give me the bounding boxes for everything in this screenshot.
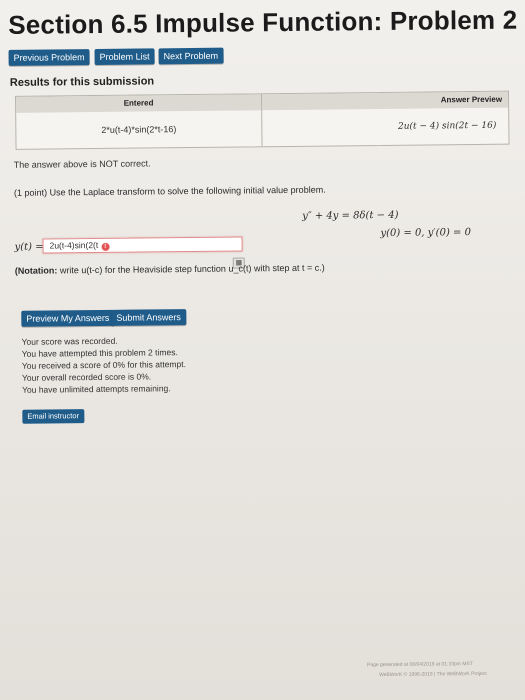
- status-line: You received a score of 0% for this atte…: [21, 359, 186, 371]
- entered-column-header: Entered: [16, 94, 262, 113]
- notation-note: (Notation: write u(t-c) for the Heavisid…: [15, 263, 325, 276]
- status-line: You have unlimited attempts remaining.: [22, 383, 171, 395]
- answer-input[interactable]: 2u(t-4)sin(2(t!: [42, 236, 243, 254]
- problem-statement: (1 point) Use the Laplace transform to s…: [13, 184, 326, 198]
- error-icon: !: [101, 242, 110, 251]
- footer-generated: Page generated at 08/04/2019 at 01:33pm …: [366, 661, 473, 669]
- results-heading: Results for this submission: [9, 75, 155, 89]
- email-instructor-button[interactable]: Email instructor: [22, 409, 85, 424]
- answer-preview: 2u(t − 4) sin(2t − 16): [397, 120, 497, 132]
- submit-answers-button[interactable]: Submit Answers: [111, 309, 186, 326]
- results-table: Entered Answer Preview 2*u(t-4)*sin(2*t-…: [15, 90, 510, 150]
- notation-label: (Notation:: [14, 265, 58, 276]
- status-line: You have attempted this problem 2 times.: [21, 347, 178, 359]
- answer-label: y(t) =: [14, 241, 44, 253]
- status-line: Your score was recorded.: [21, 335, 118, 347]
- entered-answer: 2*u(t-4)*sin(2*t-16): [101, 124, 177, 135]
- footer-copyright: WeBWorK © 1996-2019 | The WeBWorK Projec…: [379, 670, 487, 679]
- previous-problem-button[interactable]: Previous Problem: [8, 49, 90, 66]
- initial-conditions: y(0) = 0, y′(0) = 0: [380, 227, 471, 240]
- differential-equation: y″ + 4y = 8δ(t − 4): [302, 209, 399, 222]
- notation-text: write u(t-c) for the Heaviside step func…: [59, 262, 325, 276]
- preview-column-header: Answer Preview: [262, 91, 509, 111]
- problem-list-button[interactable]: Problem List: [94, 48, 155, 66]
- answer-input-value: 2u(t-4)sin(2(t: [49, 239, 99, 251]
- status-line: Your overall recorded score is 0%.: [21, 371, 152, 383]
- webwork-page: Section 6.5 Impulse Function: Problem 2 …: [0, 0, 525, 700]
- preview-answers-button[interactable]: Preview My Answers: [21, 309, 115, 327]
- result-message: The answer above is NOT correct.: [13, 158, 151, 170]
- page-title: Section 6.5 Impulse Function: Problem 2: [8, 4, 518, 40]
- next-problem-button[interactable]: Next Problem: [158, 47, 224, 65]
- screen: Section 6.5 Impulse Function: Problem 2 …: [0, 0, 525, 700]
